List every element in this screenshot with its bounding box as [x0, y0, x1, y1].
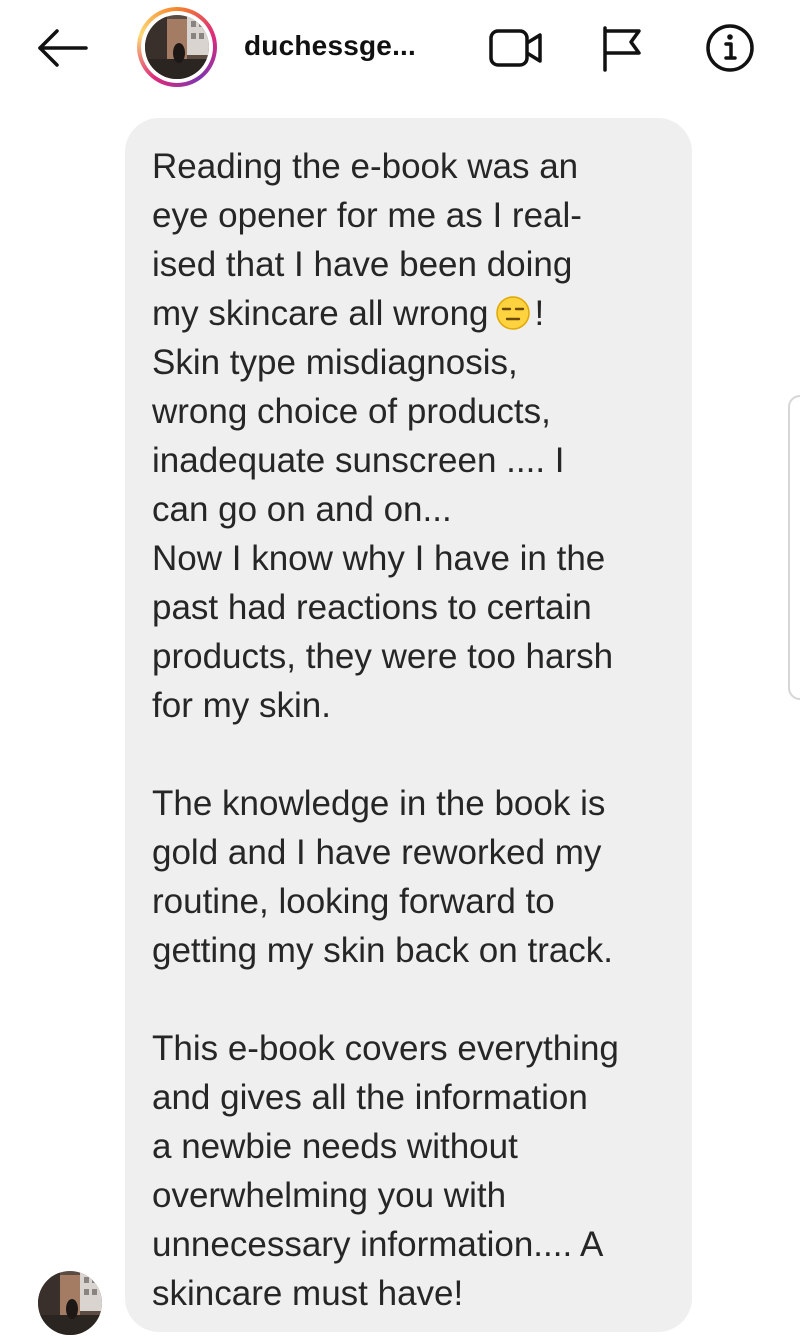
message-line: gold and I have reworked my: [152, 833, 602, 872]
message-text: !: [534, 294, 545, 333]
info-icon: [706, 24, 754, 72]
message-line: Skin type misdiagnosis,: [152, 343, 518, 382]
message-line: and gives all the information: [152, 1078, 588, 1117]
expressionless-face-emoji: [495, 295, 531, 331]
flag-icon: [603, 26, 641, 72]
message-line: This e-book covers everything: [152, 1029, 619, 1068]
message-line: past had reactions to certain: [152, 588, 592, 627]
message-line: ised that I have been doing: [152, 245, 573, 284]
back-button[interactable]: [30, 22, 90, 74]
video-camera-icon: [489, 29, 542, 67]
message-line: getting my skin back on track.: [152, 931, 614, 970]
message-line: skincare must have!: [152, 1274, 464, 1313]
scrollbar[interactable]: [788, 395, 800, 700]
message-line: for my skin.: [152, 686, 331, 725]
message-line: Reading the e-book was an: [152, 147, 579, 186]
message-line: products, they were too harsh: [152, 637, 614, 676]
message-line-emoji: my skincare all wrong!: [152, 289, 672, 338]
message-line: The knowledge in the book is: [152, 784, 606, 823]
message-line: Now I know why I have in the: [152, 539, 606, 578]
message-line: routine, looking forward to: [152, 882, 555, 921]
message-line: a newbie needs without: [152, 1127, 518, 1166]
message-line: [152, 975, 672, 1024]
message-line: unnecessary information.... A: [152, 1225, 604, 1264]
message-line: inadequate sunscreen .... I: [152, 441, 565, 480]
message-line: eye opener for me as I real-: [152, 196, 582, 235]
video-call-button[interactable]: [485, 22, 545, 74]
info-button[interactable]: [700, 22, 760, 74]
message-text: my skincare all wrong: [152, 294, 489, 333]
profile-avatar[interactable]: [137, 7, 217, 87]
avatar-photo: [145, 15, 209, 79]
username[interactable]: duchessge...: [244, 30, 416, 62]
chat-header: duchessge...: [0, 0, 800, 100]
message-line: wrong choice of products,: [152, 392, 551, 431]
message-line: can go on and on...: [152, 490, 452, 529]
arrow-left-icon: [38, 29, 88, 67]
message-line: [152, 730, 672, 779]
report-button[interactable]: [593, 22, 653, 74]
message-line: overwhelming you with: [152, 1176, 507, 1215]
sender-avatar[interactable]: [38, 1271, 102, 1335]
message-bubble[interactable]: Reading the e-book was an eye opener for…: [125, 118, 692, 1332]
